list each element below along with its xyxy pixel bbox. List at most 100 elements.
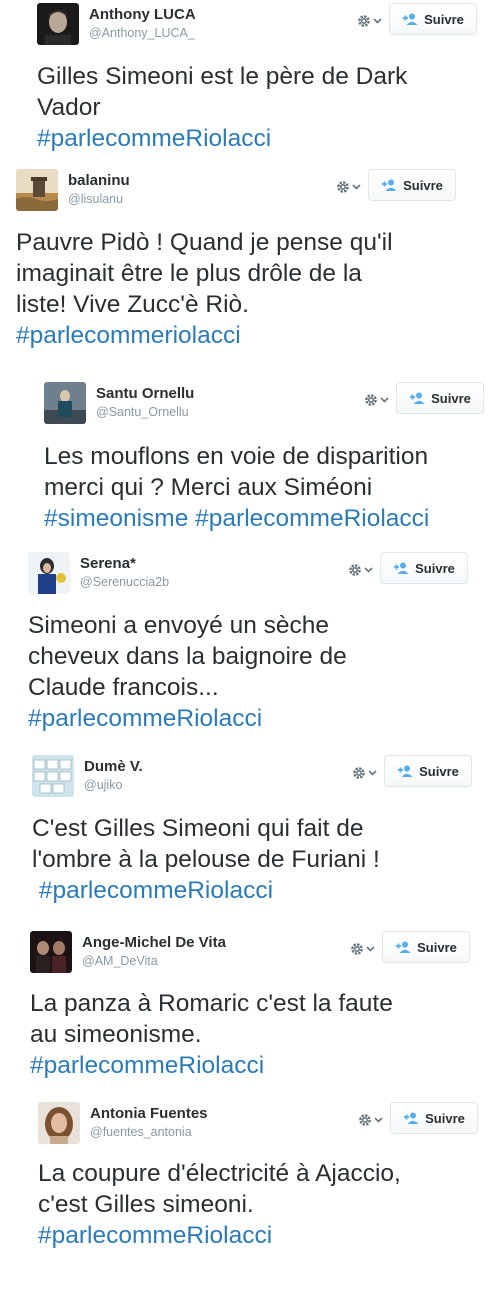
tweet-text-line: Gilles Simeoni est le père de Dark [37,61,407,92]
user-handle[interactable]: @fuentes_antonia [90,1125,192,1139]
tweet-text-line: liste! Vive Zucc'è Riò. [16,289,393,320]
follow-button[interactable]: Suivre [380,552,468,584]
follow-button-label: Suivre [415,560,455,576]
tweet-text-line: Pauvre Pidò ! Quand je pense qu'il [16,227,393,258]
user-name[interactable]: balaninu [68,172,130,189]
user-actions-menu[interactable] [358,1110,388,1130]
user-name[interactable]: Anthony LUCA [89,6,196,23]
user-name[interactable]: Antonia Fuentes [90,1105,208,1122]
user-handle[interactable]: @AM_DeVita [82,954,158,968]
tweet-text-segment: Gilles Simeoni est le père de Dark [37,63,408,90]
follow-button-label: Suivre [417,939,457,955]
follow-button[interactable]: Suivre [382,931,470,963]
tweet-text-line: imaginait être le plus drôle de la [16,258,393,289]
avatar[interactable] [30,931,72,973]
user-handle[interactable]: @Serenuccia2b [80,575,169,589]
tweet-text-segment: La coupure d'électricité à Ajaccio, [38,1160,401,1187]
follow-button-label: Suivre [431,390,471,406]
tweet-text-segment: liste! Vive Zucc'è Riò. [16,291,249,318]
avatar[interactable] [32,755,74,797]
tweet-text-line: Claude francois... [28,672,347,703]
tweet-text-segment: cheveux dans la baignoire de [28,643,347,670]
follow-button[interactable]: Suivre [384,755,472,787]
hashtag-link[interactable]: #parlecommeRiolacci [30,1052,264,1079]
follow-user-icon [382,179,397,191]
tweet-text-segment: Pauvre Pidò ! Quand je pense qu'il [16,229,393,256]
hashtag-link[interactable]: #parlecommeRiolacci [195,505,429,532]
avatar[interactable] [37,3,79,45]
caret-down-icon [352,184,361,190]
follow-button-label: Suivre [425,1110,465,1126]
follow-button[interactable]: Suivre [396,382,484,414]
caret-down-icon [364,567,373,573]
tweet-text-line: #parlecommeRiolacci [30,1050,393,1081]
tweet-text-segment: au simeonisme. [30,1021,202,1048]
user-handle[interactable]: @lisulanu [68,192,123,206]
tweet-text: Pauvre Pidò ! Quand je pense qu'il imagin… [16,227,393,351]
avatar[interactable] [38,1102,80,1144]
tweet-card: Anthony LUCA @Anthony_LUCA_ Suivre Gille… [37,3,479,163]
user-name[interactable]: Ange-Michel De Vita [82,934,226,951]
tweet-card: balaninu @lisulanu Suivre Pauvre Pidò ! … [16,169,458,359]
user-actions-menu[interactable] [348,560,378,580]
user-name[interactable]: Santu Ornellu [96,385,194,402]
user-actions-menu[interactable] [352,763,382,783]
tweet-text-segment: merci qui ? Merci aux Siméoni [44,474,373,501]
caret-down-icon [374,1117,383,1123]
tweet-card: Antonia Fuentes @fuentes_antonia Suivre … [38,1102,480,1262]
tweet-text-segment: C'est Gilles Simeoni qui fait de [32,815,364,842]
tweet-card: Ange-Michel De Vita @AM_DeVita Suivre La… [30,931,472,1091]
caret-down-icon [373,18,382,24]
hashtag-link[interactable]: #simeonisme [44,505,188,532]
follow-button-label: Suivre [419,763,459,779]
tweet-card: Serena* @Serenuccia2b Suivre Simeoni a e… [28,552,470,742]
follow-button[interactable]: Suivre [390,1102,478,1134]
user-handle[interactable]: @ujiko [84,778,122,792]
user-name[interactable]: Serena* [80,555,136,572]
tweet-text-line: Simeoni a envoyé un sèche [28,610,347,641]
hashtag-link[interactable]: #parlecommeRiolacci [39,877,273,904]
user-actions-menu[interactable] [357,11,387,31]
follow-user-icon [410,392,425,404]
user-actions-menu[interactable] [364,390,394,410]
user-handle[interactable]: @Anthony_LUCA_ [89,26,195,40]
follow-button-label: Suivre [424,11,464,27]
tweet-text-segment: c'est Gilles simeoni. [38,1191,254,1218]
tweet-text-line: #parlecommeRiolacci [38,1220,401,1251]
avatar[interactable] [44,382,86,424]
follow-user-icon [403,13,418,25]
user-actions-menu[interactable] [350,939,380,959]
tweet-text-segment: Claude francois... [28,674,219,701]
tweet-text: La panza à Romaric c'est la faute au sime… [30,988,393,1081]
gear-icon [359,1114,371,1126]
hashtag-link[interactable]: #parlecommeRiolacci [38,1222,272,1249]
tweet-text-segment: La panza à Romaric c'est la faute [30,990,393,1017]
user-handle[interactable]: @Santu_Ornellu [96,405,189,419]
gear-icon [349,564,361,576]
gear-icon [358,15,370,27]
user-name[interactable]: Dumè V. [84,758,143,775]
follow-button[interactable]: Suivre [389,3,477,35]
gear-icon [351,943,363,955]
tweet-text: Gilles Simeoni est le père de Dark Vador #… [37,61,407,154]
tweet-text-segment: Les mouflons en voie de disparition [44,443,429,470]
user-actions-menu[interactable] [336,177,366,197]
tweet-text: Les mouflons en voie de disparition merci… [44,441,429,534]
avatar[interactable] [28,552,70,594]
hashtag-link[interactable]: #parlecommeRiolacci [28,705,262,732]
gear-icon [365,394,377,406]
tweet-text-line: La panza à Romaric c'est la faute [30,988,393,1019]
follow-button[interactable]: Suivre [368,169,456,201]
hashtag-link[interactable]: #parlecommeriolacci [16,322,241,349]
avatar[interactable] [16,169,58,211]
caret-down-icon [380,397,389,403]
hashtag-link[interactable]: #parlecommeRiolacci [37,125,271,152]
tweet-text-line: Vador [37,92,407,123]
gear-icon [353,767,365,779]
tweet-text-line: C'est Gilles Simeoni qui fait de [32,813,380,844]
caret-down-icon [368,770,377,776]
tweet-text-line: l'ombre à la pelouse de Furiani ! [32,844,380,875]
tweet-text-line: #parlecommeriolacci [16,320,393,351]
follow-user-icon [398,765,413,777]
tweet-text-segment: Simeoni a envoyé un sèche [28,612,329,639]
